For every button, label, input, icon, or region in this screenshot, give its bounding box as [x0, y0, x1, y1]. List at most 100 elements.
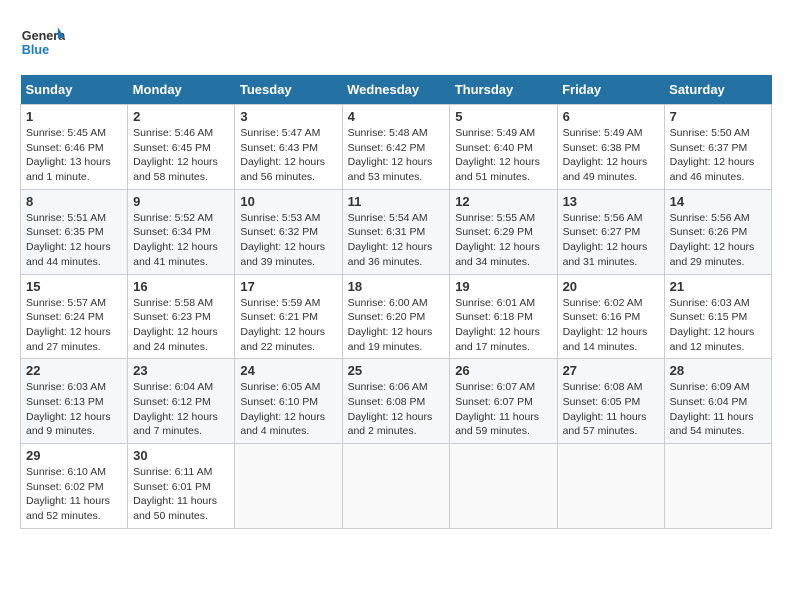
- calendar-cell: 8 Sunrise: 5:51 AM Sunset: 6:35 PM Daylig…: [21, 189, 128, 274]
- calendar-table: SundayMondayTuesdayWednesdayThursdayFrid…: [20, 75, 772, 529]
- calendar-cell: 15 Sunrise: 5:57 AM Sunset: 6:24 PM Dayli…: [21, 274, 128, 359]
- day-info: Sunrise: 5:49 AM Sunset: 6:40 PM Dayligh…: [455, 126, 551, 185]
- weekday-header-monday: Monday: [128, 75, 235, 105]
- calendar-cell: 6 Sunrise: 5:49 AM Sunset: 6:38 PM Daylig…: [557, 105, 664, 190]
- calendar-cell: [557, 444, 664, 529]
- day-number: 22: [26, 363, 122, 378]
- day-info: Sunrise: 5:51 AM Sunset: 6:35 PM Dayligh…: [26, 211, 122, 270]
- calendar-cell: 11 Sunrise: 5:54 AM Sunset: 6:31 PM Dayli…: [342, 189, 450, 274]
- calendar-cell: 28 Sunrise: 6:09 AM Sunset: 6:04 PM Dayli…: [664, 359, 771, 444]
- calendar-cell: 16Sunrise: 5:58 AM Sunset: 6:23 PM Dayli…: [128, 274, 235, 359]
- weekday-header-saturday: Saturday: [664, 75, 771, 105]
- day-number: 10: [240, 194, 336, 209]
- day-number: 13: [563, 194, 659, 209]
- day-info: Sunrise: 5:49 AM Sunset: 6:38 PM Dayligh…: [563, 126, 659, 185]
- calendar-cell: 5 Sunrise: 5:49 AM Sunset: 6:40 PM Daylig…: [450, 105, 557, 190]
- day-number: 18: [348, 279, 445, 294]
- day-number: 21: [670, 279, 766, 294]
- day-info: Sunrise: 6:00 AM Sunset: 6:20 PM Dayligh…: [348, 296, 445, 355]
- calendar-cell: 20 Sunrise: 6:02 AM Sunset: 6:16 PM Dayli…: [557, 274, 664, 359]
- calendar-cell: 9 Sunrise: 5:52 AM Sunset: 6:34 PM Daylig…: [128, 189, 235, 274]
- calendar-cell: 19 Sunrise: 6:01 AM Sunset: 6:18 PM Dayli…: [450, 274, 557, 359]
- calendar-cell: 12 Sunrise: 5:55 AM Sunset: 6:29 PM Dayli…: [450, 189, 557, 274]
- calendar-cell: 1 Sunrise: 5:45 AM Sunset: 6:46 PM Daylig…: [21, 105, 128, 190]
- day-number: 23: [133, 363, 229, 378]
- day-number: 3: [240, 109, 336, 124]
- calendar-cell: [664, 444, 771, 529]
- day-info: Sunrise: 6:05 AM Sunset: 6:10 PM Dayligh…: [240, 380, 336, 439]
- page-header: General Blue: [20, 20, 772, 65]
- day-info: Sunrise: 6:09 AM Sunset: 6:04 PM Dayligh…: [670, 380, 766, 439]
- day-info: Sunrise: 5:46 AM Sunset: 6:45 PM Dayligh…: [133, 126, 229, 185]
- day-number: 9: [133, 194, 229, 209]
- weekday-header-thursday: Thursday: [450, 75, 557, 105]
- calendar-cell: 21 Sunrise: 6:03 AM Sunset: 6:15 PM Dayli…: [664, 274, 771, 359]
- calendar-cell: 25 Sunrise: 6:06 AM Sunset: 6:08 PM Dayli…: [342, 359, 450, 444]
- day-number: 20: [563, 279, 659, 294]
- calendar-cell: 10 Sunrise: 5:53 AM Sunset: 6:32 PM Dayli…: [235, 189, 342, 274]
- day-info: Sunrise: 5:54 AM Sunset: 6:31 PM Dayligh…: [348, 211, 445, 270]
- day-number: 12: [455, 194, 551, 209]
- day-info: Sunrise: 6:04 AM Sunset: 6:12 PM Dayligh…: [133, 380, 229, 439]
- day-number: 5: [455, 109, 551, 124]
- calendar-cell: 30 Sunrise: 6:11 AM Sunset: 6:01 PM Dayli…: [128, 444, 235, 529]
- day-number: 24: [240, 363, 336, 378]
- day-number: 29: [26, 448, 122, 463]
- day-number: 14: [670, 194, 766, 209]
- svg-text:Blue: Blue: [22, 43, 49, 57]
- logo: General Blue: [20, 20, 69, 65]
- weekday-header-friday: Friday: [557, 75, 664, 105]
- calendar-cell: [450, 444, 557, 529]
- day-number: 6: [563, 109, 659, 124]
- calendar-cell: 22Sunrise: 6:03 AM Sunset: 6:13 PM Dayli…: [21, 359, 128, 444]
- calendar-cell: 13 Sunrise: 5:56 AM Sunset: 6:27 PM Dayli…: [557, 189, 664, 274]
- day-info: Sunrise: 6:01 AM Sunset: 6:18 PM Dayligh…: [455, 296, 551, 355]
- day-info: Sunrise: 6:03 AM Sunset: 6:15 PM Dayligh…: [670, 296, 766, 355]
- day-info: Sunrise: 5:56 AM Sunset: 6:26 PM Dayligh…: [670, 211, 766, 270]
- day-info: Sunrise: 6:11 AM Sunset: 6:01 PM Dayligh…: [133, 465, 229, 524]
- day-info: Sunrise: 6:02 AM Sunset: 6:16 PM Dayligh…: [563, 296, 659, 355]
- calendar-cell: [235, 444, 342, 529]
- day-info: Sunrise: 6:07 AM Sunset: 6:07 PM Dayligh…: [455, 380, 551, 439]
- calendar-cell: 24 Sunrise: 6:05 AM Sunset: 6:10 PM Dayli…: [235, 359, 342, 444]
- day-number: 8: [26, 194, 122, 209]
- calendar-cell: 4Sunrise: 5:48 AM Sunset: 6:42 PM Daylig…: [342, 105, 450, 190]
- calendar-cell: [342, 444, 450, 529]
- day-info: Sunrise: 5:52 AM Sunset: 6:34 PM Dayligh…: [133, 211, 229, 270]
- weekday-header-wednesday: Wednesday: [342, 75, 450, 105]
- day-number: 11: [348, 194, 445, 209]
- day-info: Sunrise: 5:45 AM Sunset: 6:46 PM Dayligh…: [26, 126, 122, 185]
- day-number: 15: [26, 279, 122, 294]
- day-number: 27: [563, 363, 659, 378]
- day-number: 30: [133, 448, 229, 463]
- day-number: 26: [455, 363, 551, 378]
- day-number: 28: [670, 363, 766, 378]
- day-number: 25: [348, 363, 445, 378]
- calendar-cell: 3 Sunrise: 5:47 AM Sunset: 6:43 PM Daylig…: [235, 105, 342, 190]
- calendar-cell: 26 Sunrise: 6:07 AM Sunset: 6:07 PM Dayli…: [450, 359, 557, 444]
- weekday-header-sunday: Sunday: [21, 75, 128, 105]
- day-number: 19: [455, 279, 551, 294]
- calendar-cell: 17Sunrise: 5:59 AM Sunset: 6:21 PM Dayli…: [235, 274, 342, 359]
- day-number: 7: [670, 109, 766, 124]
- calendar-cell: 18 Sunrise: 6:00 AM Sunset: 6:20 PM Dayli…: [342, 274, 450, 359]
- day-info: Sunrise: 5:48 AM Sunset: 6:42 PM Dayligh…: [348, 126, 445, 185]
- calendar-cell: 2 Sunrise: 5:46 AM Sunset: 6:45 PM Daylig…: [128, 105, 235, 190]
- calendar-cell: 23 Sunrise: 6:04 AM Sunset: 6:12 PM Dayli…: [128, 359, 235, 444]
- calendar-cell: 7 Sunrise: 5:50 AM Sunset: 6:37 PM Daylig…: [664, 105, 771, 190]
- day-info: Sunrise: 5:53 AM Sunset: 6:32 PM Dayligh…: [240, 211, 336, 270]
- day-info: Sunrise: 5:50 AM Sunset: 6:37 PM Dayligh…: [670, 126, 766, 185]
- calendar-cell: 14 Sunrise: 5:56 AM Sunset: 6:26 PM Dayli…: [664, 189, 771, 274]
- day-info: Sunrise: 5:55 AM Sunset: 6:29 PM Dayligh…: [455, 211, 551, 270]
- day-info: Sunrise: 5:57 AM Sunset: 6:24 PM Dayligh…: [26, 296, 122, 355]
- day-info: Sunrise: 5:56 AM Sunset: 6:27 PM Dayligh…: [563, 211, 659, 270]
- weekday-header-tuesday: Tuesday: [235, 75, 342, 105]
- day-info: Sunrise: 5:58 AM Sunset: 6:23 PM Dayligh…: [133, 296, 229, 355]
- day-number: 1: [26, 109, 122, 124]
- day-info: Sunrise: 5:47 AM Sunset: 6:43 PM Dayligh…: [240, 126, 336, 185]
- calendar-cell: 27Sunrise: 6:08 AM Sunset: 6:05 PM Dayli…: [557, 359, 664, 444]
- day-info: Sunrise: 6:06 AM Sunset: 6:08 PM Dayligh…: [348, 380, 445, 439]
- day-number: 2: [133, 109, 229, 124]
- day-number: 17: [240, 279, 336, 294]
- calendar-cell: 29Sunrise: 6:10 AM Sunset: 6:02 PM Dayli…: [21, 444, 128, 529]
